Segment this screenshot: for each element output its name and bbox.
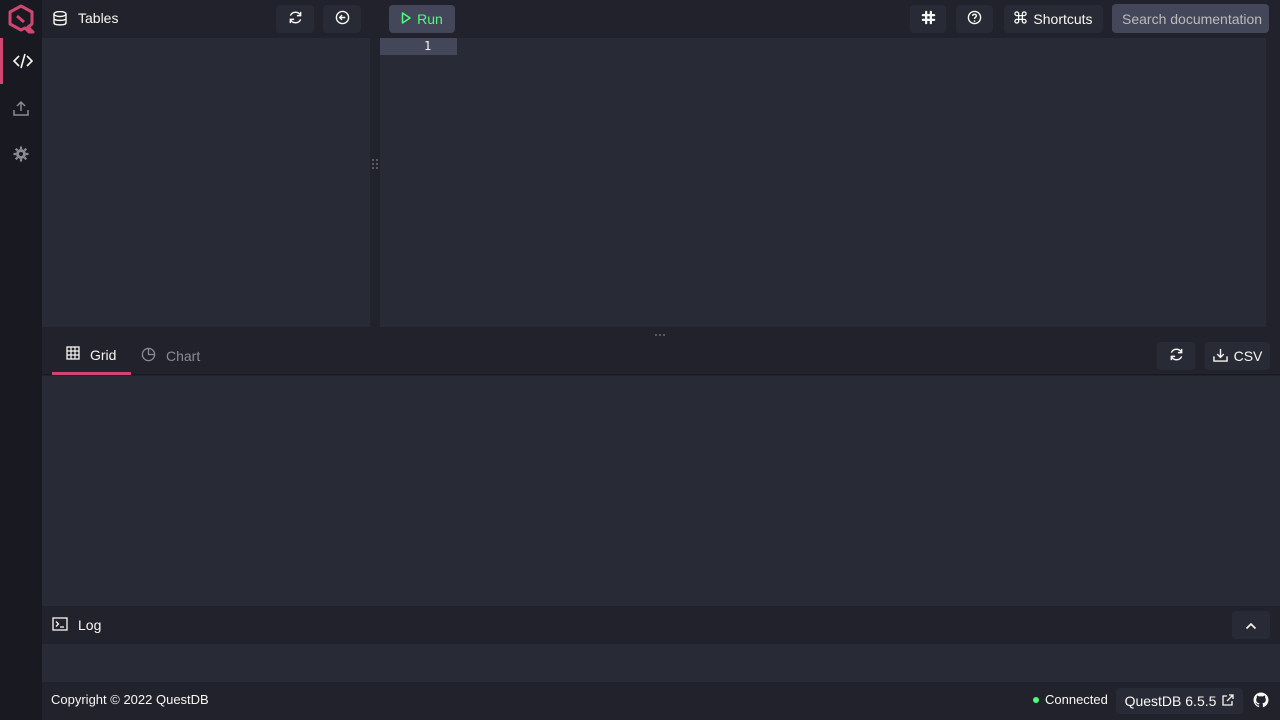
command-icon xyxy=(1014,11,1028,27)
log-toolbar xyxy=(42,606,1280,644)
version-label: QuestDB 6.5.5 xyxy=(1124,693,1217,709)
pie-chart-icon xyxy=(141,347,156,365)
sql-editor[interactable] xyxy=(380,38,1266,327)
code-icon xyxy=(12,53,33,69)
collapse-tables-button[interactable] xyxy=(323,5,361,33)
refresh-tables-button[interactable] xyxy=(276,5,314,33)
csv-label: CSV xyxy=(1233,348,1263,364)
grid-icon xyxy=(66,346,80,363)
shortcuts-button[interactable]: Shortcuts xyxy=(1004,5,1103,33)
log-header: Log xyxy=(52,606,101,644)
run-label: Run xyxy=(417,11,443,27)
tab-chart[interactable]: Chart xyxy=(141,337,211,375)
tab-grid[interactable]: Grid xyxy=(52,337,131,375)
vertical-splitter[interactable] xyxy=(370,38,380,327)
refresh-icon xyxy=(288,10,303,28)
refresh-icon xyxy=(1169,347,1184,365)
run-button[interactable]: Run xyxy=(389,5,455,33)
slack-button[interactable] xyxy=(910,5,946,33)
play-icon xyxy=(401,11,411,27)
tab-grid-label: Grid xyxy=(90,346,117,363)
database-icon xyxy=(53,10,67,29)
help-button[interactable] xyxy=(956,5,993,33)
tables-title: Tables xyxy=(78,10,119,26)
tab-chart-label: Chart xyxy=(166,348,201,364)
connection-status: Connected xyxy=(1033,692,1108,707)
arrow-left-circle-icon xyxy=(335,10,350,28)
download-icon xyxy=(1212,348,1228,365)
search-documentation-label: Search documentation xyxy=(1122,10,1263,27)
version-link[interactable]: QuestDB 6.5.5 xyxy=(1116,688,1243,714)
refresh-results-button[interactable] xyxy=(1157,342,1195,370)
drag-handle-icon[interactable] xyxy=(371,157,379,169)
external-link-icon xyxy=(1222,693,1235,709)
tables-list xyxy=(42,38,370,327)
log-title: Log xyxy=(78,617,102,633)
slack-icon xyxy=(921,10,936,28)
github-icon[interactable] xyxy=(1253,692,1269,711)
upload-icon xyxy=(13,100,29,116)
terminal-icon xyxy=(52,616,68,634)
copyright-text: Copyright © 2022 QuestDB xyxy=(51,692,209,707)
results-toolbar xyxy=(42,337,1280,375)
gear-icon xyxy=(13,146,29,162)
results-grid xyxy=(42,376,1280,606)
status-dot-icon xyxy=(1033,696,1039,703)
help-circle-icon xyxy=(967,10,982,28)
csv-download-button[interactable]: CSV xyxy=(1205,342,1270,370)
chevron-up-icon xyxy=(1245,617,1257,633)
editor-scrollbar[interactable] xyxy=(1266,38,1280,327)
search-documentation-button[interactable]: Search documentation xyxy=(1112,4,1269,33)
current-line-highlight xyxy=(380,38,457,55)
drag-handle-icon[interactable] xyxy=(654,328,666,340)
log-output xyxy=(42,644,1280,682)
line-number: 1 xyxy=(424,39,432,53)
rail-item-import[interactable] xyxy=(0,85,42,131)
rail-item-settings[interactable] xyxy=(0,131,42,177)
connection-status-label: Connected xyxy=(1045,692,1108,707)
rail-item-code[interactable] xyxy=(0,38,42,84)
questdb-logo[interactable] xyxy=(6,4,36,34)
shortcuts-label: Shortcuts xyxy=(1033,11,1093,27)
log-toggle-button[interactable] xyxy=(1232,611,1270,639)
